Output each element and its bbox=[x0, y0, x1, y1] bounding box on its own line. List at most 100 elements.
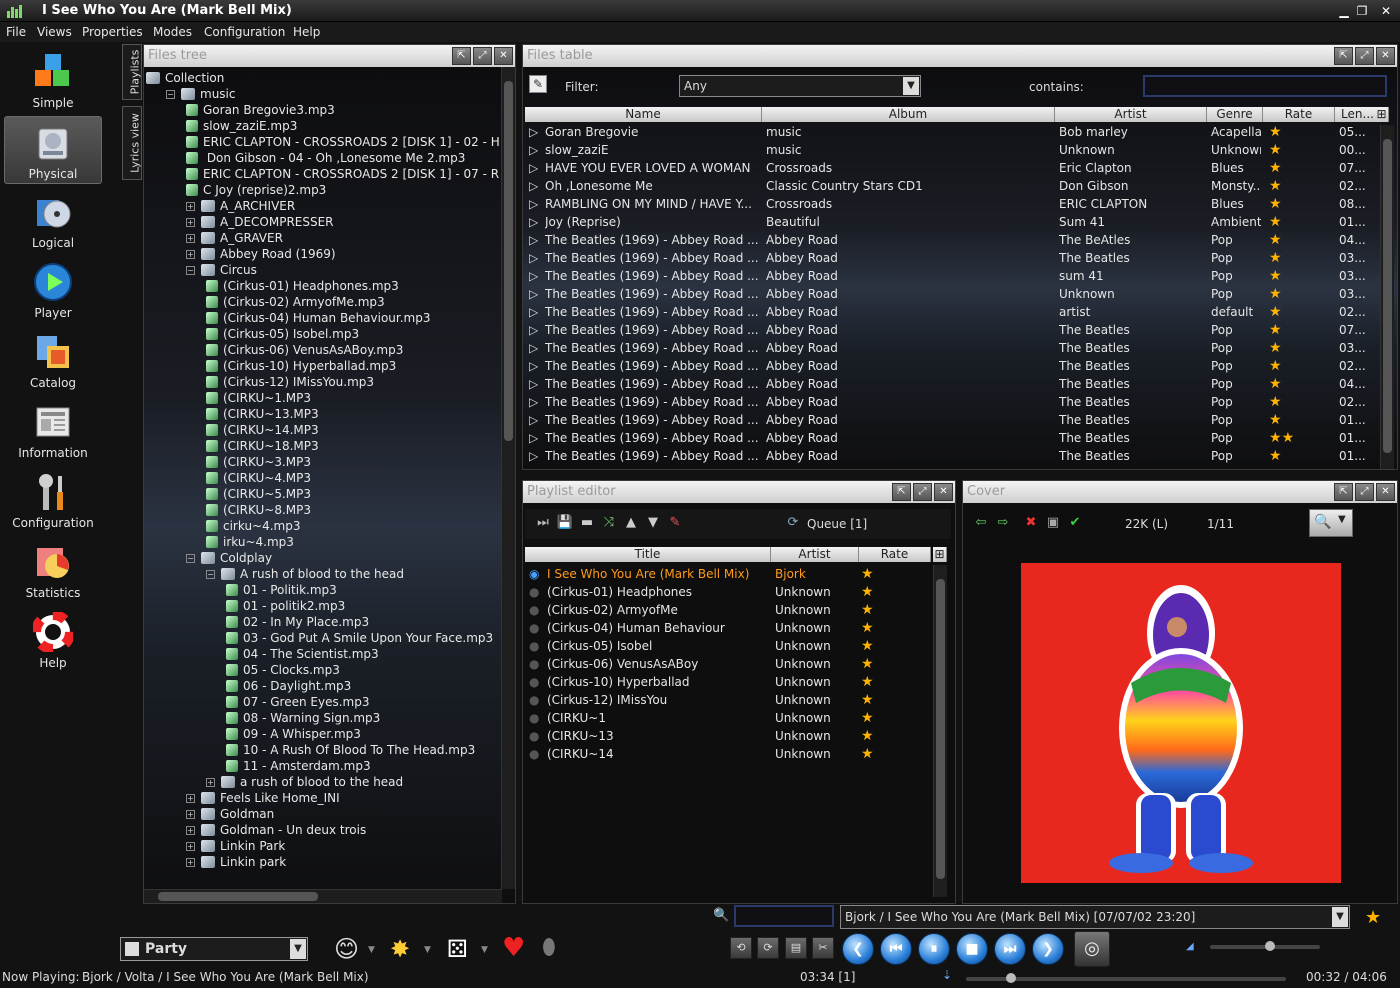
tree-folder-item[interactable]: + A_ARCHIVER bbox=[186, 199, 295, 215]
history-select[interactable]: Bjork / I See Who You Are (Mark Bell Mix… bbox=[840, 905, 1350, 929]
expand-icon[interactable]: + bbox=[186, 842, 195, 851]
menu-help[interactable]: Help bbox=[293, 25, 320, 39]
delete-cover-icon[interactable]: ✖ bbox=[1021, 513, 1041, 533]
tree-file-item[interactable]: (Cirkus-04) Human Behaviour.mp3 bbox=[206, 311, 431, 327]
table-cell[interactable]: default bbox=[1211, 303, 1261, 321]
tree-folder-item[interactable]: − music bbox=[166, 87, 235, 103]
table-cell[interactable]: Pop bbox=[1211, 393, 1261, 411]
rating-cell[interactable]: ★ bbox=[861, 709, 874, 727]
add-shuffle-icon[interactable]: ⤨ bbox=[599, 513, 619, 533]
tree-file-item[interactable]: 07 - Green Eyes.mp3 bbox=[226, 695, 369, 711]
expand-icon[interactable]: + bbox=[206, 778, 215, 787]
collapse-icon[interactable]: − bbox=[206, 570, 215, 579]
scroll-thumb[interactable] bbox=[936, 579, 945, 879]
tree-file-item[interactable]: ERIC CLAPTON - CROSSROADS 2 [DISK 1] - 0… bbox=[186, 167, 499, 183]
playlist-title[interactable]: (CIRKU~1 bbox=[547, 709, 769, 727]
tree-file-item[interactable]: (CIRKU~4.MP3 bbox=[206, 471, 311, 487]
table-cell[interactable]: 00... bbox=[1339, 141, 1379, 159]
close-panel-icon[interactable]: ✕ bbox=[1376, 47, 1395, 65]
rating-cell[interactable]: ★ bbox=[1269, 267, 1282, 285]
expand-icon[interactable]: + bbox=[186, 218, 195, 227]
table-cell[interactable]: Abbey Road bbox=[766, 303, 1053, 321]
rating-cell[interactable]: ★ bbox=[1269, 141, 1282, 159]
table-cell[interactable]: RAMBLING ON MY MIND / HAVE Y... bbox=[545, 195, 762, 213]
play-row-icon[interactable]: ▷ bbox=[529, 213, 538, 231]
playlist-artist[interactable]: Unknown bbox=[775, 583, 831, 601]
play-row-icon[interactable]: ▷ bbox=[529, 303, 538, 321]
pause-icon[interactable]: ⏸ bbox=[918, 933, 950, 965]
tree-file-item[interactable]: (Cirkus-01) Headphones.mp3 bbox=[206, 279, 399, 295]
play-selection-icon[interactable]: ⏭ bbox=[533, 513, 553, 533]
rating-cell[interactable]: ★ bbox=[1269, 393, 1282, 411]
column-header[interactable]: Artist bbox=[771, 547, 859, 562]
playlist-artist[interactable]: Unknown bbox=[775, 673, 831, 691]
table-cell[interactable]: The Beatles (1969) - Abbey Road ... bbox=[545, 411, 762, 429]
stop-icon[interactable]: ■ bbox=[956, 933, 988, 965]
tree-file-item[interactable]: 06 - Daylight.mp3 bbox=[226, 679, 351, 695]
table-cell[interactable]: The Beatles (1969) - Abbey Road ... bbox=[545, 285, 762, 303]
dropdown-arrow-icon[interactable]: ▼ bbox=[481, 945, 488, 955]
column-header[interactable]: Album bbox=[762, 107, 1055, 122]
table-cell[interactable]: The Beatles (1969) - Abbey Road ... bbox=[545, 357, 762, 375]
play-row-icon[interactable]: ▷ bbox=[529, 267, 538, 285]
table-cell[interactable]: The Beatles (1969) - Abbey Road ... bbox=[545, 375, 762, 393]
maximize-icon[interactable]: ⤢ bbox=[913, 483, 932, 501]
dropdown-arrow-icon[interactable]: ▼ bbox=[368, 945, 375, 955]
heart-icon[interactable]: ♥ bbox=[502, 933, 525, 963]
table-cell[interactable]: The Beatles (1969) - Abbey Road ... bbox=[545, 339, 762, 357]
playlist-title[interactable]: (Cirkus-02) ArmyofMe bbox=[547, 601, 769, 619]
playlist-title[interactable]: (Cirkus-06) VenusAsABoy bbox=[547, 655, 769, 673]
tree-file-item[interactable]: (CIRKU~8.MP3 bbox=[206, 503, 311, 519]
rating-cell[interactable]: ★ bbox=[1269, 195, 1282, 213]
table-cell[interactable]: Unknown bbox=[1211, 141, 1261, 159]
column-header[interactable]: Name bbox=[525, 107, 762, 122]
next-cover-icon[interactable]: ⇨ bbox=[993, 513, 1013, 533]
table-cell[interactable]: Monsty... bbox=[1211, 177, 1261, 195]
perspective-help[interactable]: Help bbox=[4, 606, 102, 674]
play-row-icon[interactable]: ▷ bbox=[529, 249, 538, 267]
table-cell[interactable]: Unknown bbox=[1059, 285, 1205, 303]
tree-file-item[interactable]: cirku~4.mp3 bbox=[206, 519, 301, 535]
tree-file-item[interactable]: (CIRKU~13.MP3 bbox=[206, 407, 319, 423]
close-panel-icon[interactable]: ✕ bbox=[494, 47, 513, 65]
rating-cell[interactable]: ★ bbox=[861, 691, 874, 709]
mood-icon[interactable]: 😊 bbox=[334, 935, 359, 963]
table-cell[interactable]: The Beatles (1969) - Abbey Road ... bbox=[545, 267, 762, 285]
maximize-icon[interactable]: ⤢ bbox=[1355, 47, 1374, 65]
expand-icon[interactable]: + bbox=[186, 826, 195, 835]
table-cell[interactable]: Abbey Road bbox=[766, 447, 1053, 465]
table-cell[interactable]: Pop bbox=[1211, 249, 1261, 267]
table-cell[interactable]: 08... bbox=[1339, 195, 1379, 213]
tree-file-item[interactable]: C Joy (reprise)2.mp3 bbox=[186, 183, 326, 199]
table-cell[interactable]: Crossroads bbox=[766, 159, 1053, 177]
table-cell[interactable]: Pop bbox=[1211, 411, 1261, 429]
undock-icon[interactable]: ⇱ bbox=[452, 47, 471, 65]
rating-cell[interactable]: ★ bbox=[1269, 231, 1282, 249]
play-row-icon[interactable]: ▷ bbox=[529, 393, 538, 411]
rating-cell[interactable]: ★ bbox=[1269, 411, 1282, 429]
collapse-icon[interactable]: − bbox=[166, 90, 175, 99]
table-cell[interactable]: 01... bbox=[1339, 429, 1379, 447]
table-cell[interactable]: The Beatles (1969) - Abbey Road ... bbox=[545, 393, 762, 411]
table-cell[interactable]: Bob marley bbox=[1059, 123, 1205, 141]
table-cell[interactable]: Pop bbox=[1211, 357, 1261, 375]
search-input[interactable] bbox=[734, 905, 834, 927]
table-cell[interactable]: The Beatles bbox=[1059, 411, 1205, 429]
playlist-title[interactable]: (CIRKU~14 bbox=[547, 745, 769, 763]
maximize-icon[interactable]: ⤢ bbox=[473, 47, 492, 65]
collapse-icon[interactable]: − bbox=[186, 554, 195, 563]
column-header[interactable]: Genre bbox=[1207, 107, 1263, 122]
play-row-icon[interactable]: ▷ bbox=[529, 285, 538, 303]
playlist-artist[interactable]: Unknown bbox=[775, 655, 831, 673]
playlist-title[interactable]: (Cirkus-01) Headphones bbox=[547, 583, 769, 601]
tree-file-item[interactable]: (CIRKU~5.MP3 bbox=[206, 487, 311, 503]
tree-folder-item[interactable]: + Linkin park bbox=[186, 855, 286, 871]
tree-file-item[interactable]: 03 - God Put A Smile Upon Your Face.mp3 bbox=[226, 631, 493, 647]
scroll-thumb[interactable] bbox=[504, 81, 513, 441]
table-vertical-scrollbar[interactable] bbox=[1380, 125, 1394, 469]
table-cell[interactable]: The Beatles bbox=[1059, 321, 1205, 339]
default-cover-icon[interactable]: ✔ bbox=[1065, 513, 1085, 533]
intro-icon[interactable]: ▤ bbox=[785, 937, 807, 959]
maximize-icon[interactable]: ⤢ bbox=[1355, 483, 1374, 501]
volume-knob[interactable] bbox=[1265, 941, 1275, 951]
